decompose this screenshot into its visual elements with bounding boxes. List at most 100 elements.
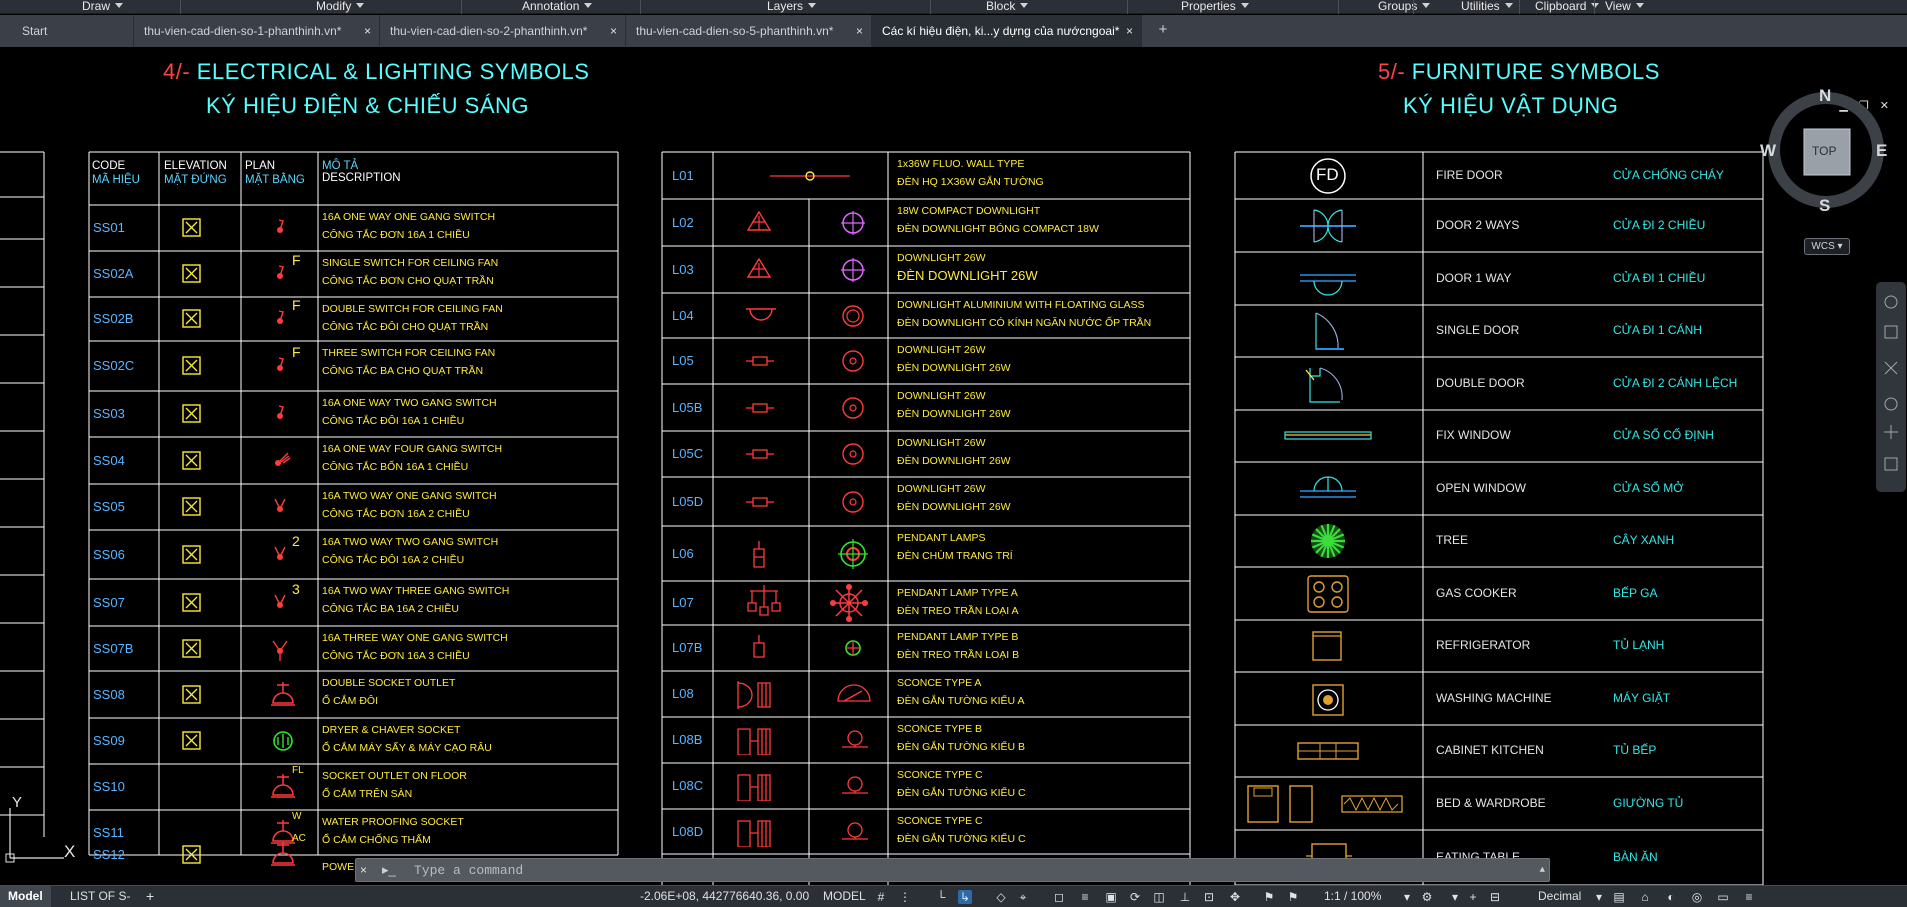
units-dropdown[interactable]: Decimal	[1538, 886, 1581, 907]
close-icon[interactable]: ×	[856, 15, 863, 47]
ribbon-panel-annotation[interactable]: Annotation	[522, 0, 592, 13]
lineweight-icon[interactable]: ≡	[1078, 890, 1092, 904]
drawing-canvas[interactable]: 4/- ELECTRICAL & LIGHTING SYMBOLS KÝ HIỆU…	[0, 47, 1907, 885]
ribbon-panel-modify[interactable]: Modify	[316, 0, 364, 13]
ribbon-panel-clipboard[interactable]: Clipboard	[1535, 0, 1599, 13]
customization-icon[interactable]: ≡	[1742, 890, 1756, 904]
isodraft-icon[interactable]: ◇	[994, 890, 1008, 904]
compass-north-label[interactable]: N	[1819, 86, 1831, 106]
annotation-visibility-icon[interactable]: ⚑	[1262, 890, 1276, 904]
layout-tab-list[interactable]: LIST OF S-	[62, 886, 138, 907]
annotation-scale-dropdown[interactable]: 1:1 / 100%	[1324, 886, 1381, 907]
lighting-code: L04	[672, 307, 694, 323]
tab-document-3[interactable]: thu-vien-cad-dien-so-5-phanthinh.vn* ×	[626, 15, 872, 47]
furniture-name-vi: CÂY XANH	[1613, 533, 1675, 547]
elevation-switch-icon	[182, 544, 201, 564]
tab-document-4-active[interactable]: Các kí hiệu điện, ki...y dựng của nướcng…	[872, 15, 1142, 47]
polar-tracking-icon[interactable]: ↳	[958, 890, 972, 904]
chevron-down-icon[interactable]: ▾	[1592, 890, 1606, 904]
close-icon[interactable]: ×	[1126, 15, 1133, 47]
model-space-toggle[interactable]: MODEL	[823, 886, 866, 907]
symbol-desc-en: THREE SWITCH FOR CEILING FAN	[322, 347, 496, 359]
symbol-desc-vi: Ổ CẮM TRÊN SÀN	[322, 788, 413, 800]
tab-start-label: Start	[22, 24, 48, 38]
viewcube-top-face[interactable]: TOP	[1812, 144, 1836, 158]
ribbon-panel-utilities[interactable]: Utilities	[1461, 0, 1513, 13]
auto-scale-icon[interactable]: ⚑	[1286, 890, 1300, 904]
dynamic-ucs-icon[interactable]: ⊥	[1178, 890, 1192, 904]
ribbon-separator	[461, 0, 462, 14]
viewcube[interactable]: N S E W TOP	[1760, 86, 1892, 216]
transparency-icon[interactable]: ▣	[1104, 890, 1118, 904]
command-icon[interactable]: ▸_	[382, 859, 396, 881]
command-input[interactable]	[414, 859, 1524, 881]
isolate-objects-icon[interactable]: ⊟	[1488, 890, 1502, 904]
grid-icon[interactable]: #	[874, 890, 888, 904]
chevron-down-icon[interactable]: ▾	[1400, 890, 1414, 904]
ribbon-panel-block[interactable]: Block	[986, 0, 1028, 13]
gizmo-icon[interactable]: ✥	[1228, 890, 1242, 904]
ribbon-separator	[1338, 0, 1339, 14]
ribbon-panel-draw[interactable]: Draw	[82, 0, 123, 13]
clean-screen-icon[interactable]: ▭	[1716, 890, 1730, 904]
compass-east-label[interactable]: E	[1876, 141, 1887, 161]
chevron-down-icon[interactable]: ▾	[1448, 890, 1462, 904]
lock-ui-icon[interactable]: ⌂	[1638, 890, 1652, 904]
layout-tab-model[interactable]: Model	[0, 886, 51, 907]
plan-light-icon	[830, 584, 868, 622]
selection-filter-icon[interactable]: ⊡	[1202, 890, 1216, 904]
osnap-icon[interactable]: ◻	[1052, 890, 1066, 904]
lighting-code: L01	[672, 167, 694, 183]
lighting-desc-vi: ĐÈN DOWNLIGHT 26W	[897, 362, 1011, 374]
quick-properties-icon[interactable]: ▤	[1612, 890, 1626, 904]
3d-osnap-icon[interactable]: ◫	[1152, 890, 1166, 904]
close-icon[interactable]: ×	[364, 15, 371, 47]
lighting-desc-en: PENDANT LAMPS	[897, 532, 986, 544]
ortho-icon[interactable]: └	[934, 890, 948, 904]
selection-cycling-icon[interactable]: ⟳	[1128, 890, 1142, 904]
ribbon-panel-view[interactable]: View	[1605, 0, 1644, 13]
section-title: ELECTRICAL & LIGHTING SYMBOLS	[190, 59, 590, 84]
furniture-name-vi: GIƯỜNG TỦ	[1613, 795, 1684, 810]
isolate-icon[interactable]: ◐	[1664, 890, 1678, 904]
symbol-desc-vi: CÔNG TẮC BA CHO QUẠT TRẦN	[322, 365, 484, 377]
furniture-name-vi: CỬA SỔ CỐ ĐỊNH	[1613, 428, 1714, 442]
plan-switch-icon	[275, 452, 291, 466]
tab-document-1[interactable]: thu-vien-cad-dien-so-1-phanthinh.vn* ×	[134, 15, 380, 47]
section4-title-vi: KÝ HIỆU ĐIỆN & CHIẾU SÁNG	[206, 93, 530, 118]
navigation-bar[interactable]	[1876, 282, 1906, 492]
new-tab-button[interactable]: +	[1152, 15, 1174, 47]
tab-start[interactable]: Start	[0, 15, 134, 47]
compass-west-label[interactable]: W	[1760, 141, 1776, 161]
header-elevation-vi: MẶT ĐỨNG	[164, 174, 227, 186]
fire-door-label: FD	[1316, 164, 1339, 184]
wcs-menu[interactable]: WCS ▾	[1804, 238, 1850, 255]
chevron-up-icon[interactable]: ▲	[1540, 859, 1545, 881]
plan-tag: F	[292, 252, 301, 268]
symbol-code: SS07	[93, 594, 125, 610]
close-icon[interactable]: ×	[610, 15, 617, 47]
workspace-gear-icon[interactable]: ⚙	[1420, 890, 1434, 904]
tab-document-2[interactable]: thu-vien-cad-dien-so-2-phanthinh.vn* ×	[380, 15, 626, 47]
lighting-desc-vi: ĐÈN GẮN TƯỜNG KIỂU C	[897, 833, 1026, 845]
annotation-monitor-icon[interactable]: +	[1466, 890, 1480, 904]
coordinates-readout[interactable]: -2.06E+08, 442776640.36, 0.00	[640, 886, 809, 907]
close-icon[interactable]: ×	[360, 863, 374, 877]
ribbon-separator	[640, 0, 641, 14]
elevation-switch-icon	[182, 356, 201, 375]
furniture-name-vi: BẾP GA	[1613, 585, 1658, 600]
ribbon-panel-layers[interactable]: Layers	[767, 0, 816, 13]
ribbon-panel-properties[interactable]: Properties	[1181, 0, 1249, 13]
plan-tag: 3	[292, 580, 300, 597]
furniture-name-vi: CỬA SỔ MỞ	[1613, 480, 1684, 495]
ribbon-panel-groups[interactable]: Groups	[1378, 0, 1430, 13]
furniture-name-en: SINGLE DOOR	[1436, 323, 1520, 337]
compass-south-label[interactable]: S	[1819, 196, 1830, 216]
add-layout-button[interactable]: +	[138, 886, 162, 907]
section4-title-en: 4/- ELECTRICAL & LIGHTING SYMBOLS	[163, 59, 589, 85]
furniture-name-vi: CỬA ĐI 2 CHIỀU	[1613, 217, 1706, 232]
hardware-acceleration-icon[interactable]: ◎	[1690, 890, 1704, 904]
object-snap-tracking-icon[interactable]: ⌖	[1016, 890, 1030, 904]
file-tab-bar: Start thu-vien-cad-dien-so-1-phanthinh.v…	[0, 15, 1907, 47]
snap-icon[interactable]: ⋮	[898, 890, 912, 904]
